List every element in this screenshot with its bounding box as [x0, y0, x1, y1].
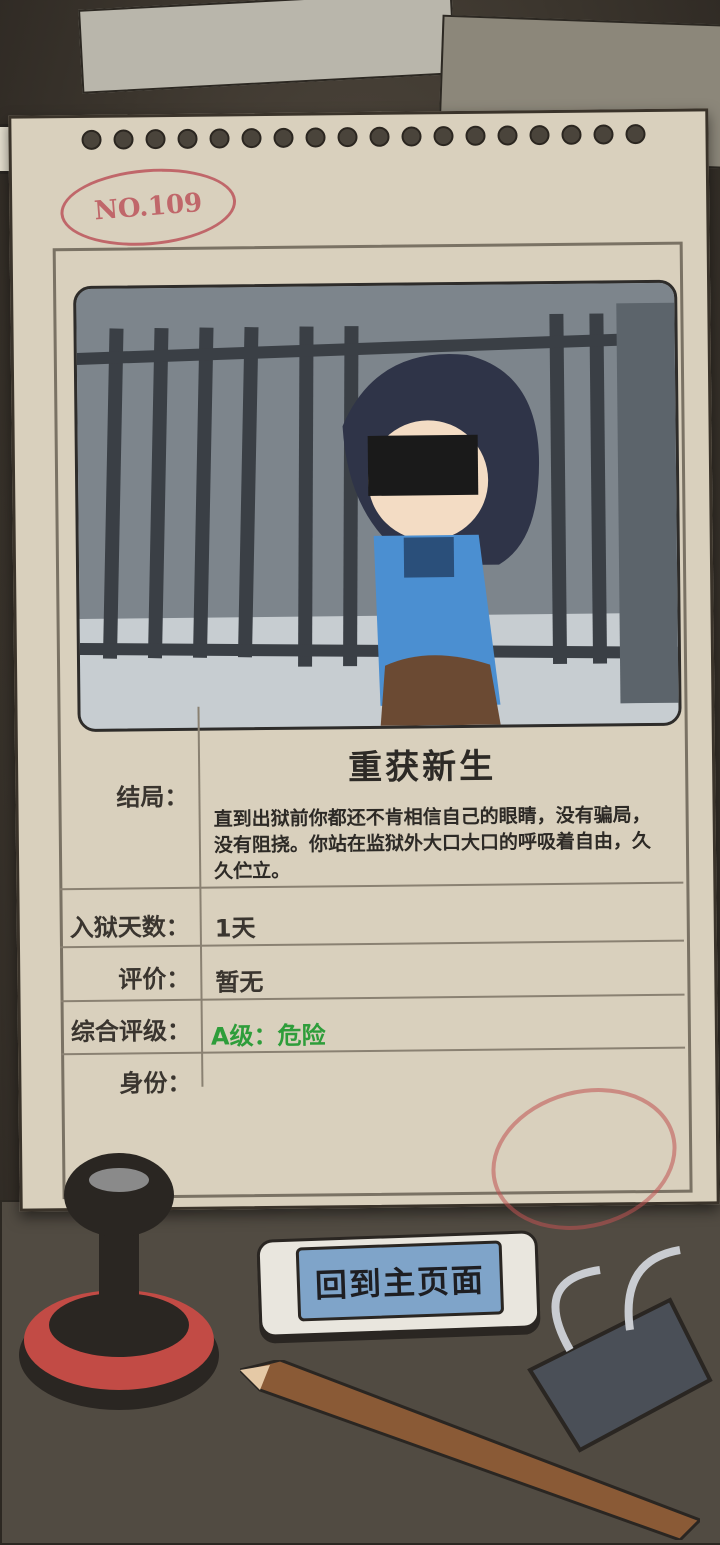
days-value: 1天 [214, 914, 256, 943]
prisoner-photo [73, 279, 682, 733]
pencil-icon [240, 1360, 700, 1540]
result-card: NO.109 重获新生 结局： 直到出狱前你都还不肯相信自己的眼睛，没有骗局，没… [8, 108, 720, 1212]
binder-holes [81, 124, 646, 150]
identity-label: 身份： [119, 1068, 192, 1098]
rating-label: 评价： [118, 964, 191, 994]
grade-label: 综合评级： [70, 1016, 192, 1047]
ending-title: 重获新生 [347, 746, 497, 789]
ending-label: 结局： [116, 782, 189, 812]
rating-value: 暂无 [215, 968, 264, 997]
grade-value: A级：危险 [210, 1021, 326, 1051]
return-home-button[interactable]: 回到主页面 [256, 1230, 541, 1338]
return-home-label: 回到主页面 [295, 1240, 505, 1322]
background-paper-top [78, 0, 456, 94]
days-label: 入狱天数： [69, 912, 190, 943]
ending-description: 直到出狱前你都还不肯相信自己的眼睛，没有骗局，没有阻挠。你站在监狱外大口大口的呼… [213, 804, 652, 883]
stamper-icon [19, 1153, 219, 1410]
case-number-stamp: NO.109 [57, 162, 240, 253]
